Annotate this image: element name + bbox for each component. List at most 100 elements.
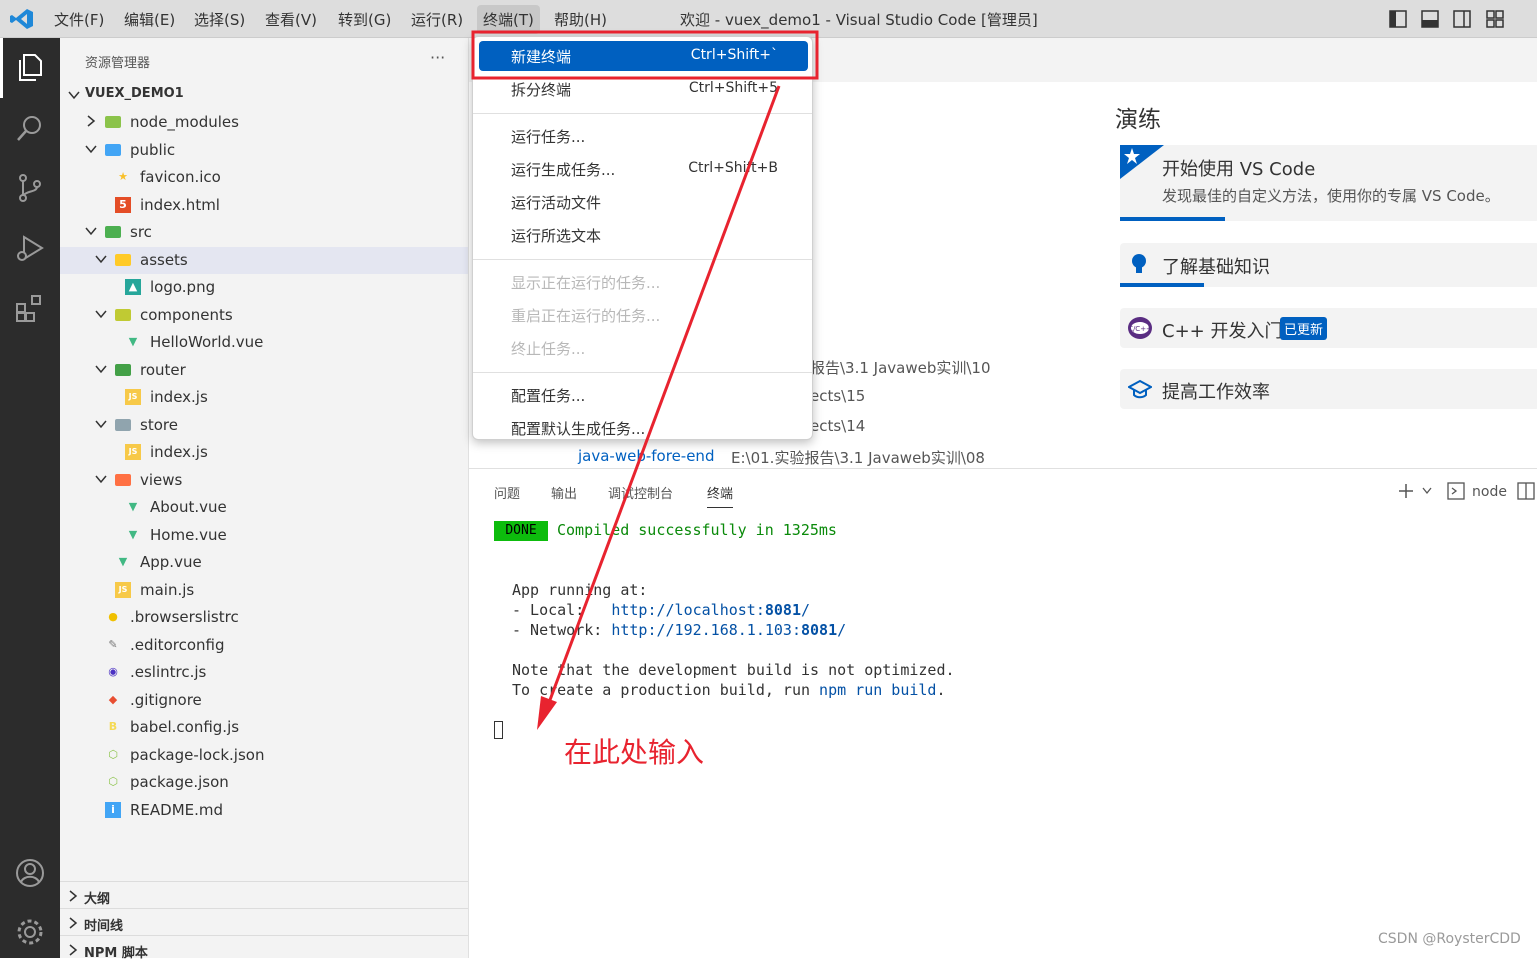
tree-item-label: favicon.ico: [140, 168, 221, 186]
accounts-icon[interactable]: [14, 857, 46, 889]
toggle-secondary-sidebar-icon[interactable]: [1453, 10, 1471, 28]
recent-project-link[interactable]: java-web-fore-end: [578, 447, 714, 465]
tree-item-label: About.vue: [150, 498, 227, 516]
vue-icon: ▼: [118, 555, 128, 568]
terminal-line-local: - Local: http://localhost:8081/: [512, 601, 810, 619]
tree-item[interactable]: JS index.js: [60, 439, 468, 466]
workspace-root[interactable]: VUEX_DEMO1: [60, 81, 468, 108]
tree-item-label: HelloWorld.vue: [150, 333, 264, 351]
tree-item[interactable]: node_modules: [60, 109, 468, 136]
extensions-icon[interactable]: [14, 292, 46, 324]
customize-layout-icon[interactable]: [1486, 10, 1504, 28]
run-debug-icon[interactable]: [14, 232, 46, 264]
timeline-section[interactable]: 时间线: [60, 908, 468, 935]
walkthrough-card-cpp[interactable]: C/C++ C++ 开发入门 已更新: [1120, 308, 1537, 348]
window-title: 欢迎 - vuex_demo1 - Visual Studio Code [管理…: [680, 11, 1038, 29]
menu-item[interactable]: 配置任务...: [479, 380, 808, 410]
menu-go[interactable]: 转到(G): [338, 9, 391, 30]
split-terminal-icon[interactable]: [1517, 482, 1535, 500]
tree-item-label: index.js: [150, 443, 208, 461]
walkthrough-card-get-started[interactable]: 开始使用 VS Code 发现最佳的自定义方法，使用你的专属 VS Code。: [1120, 145, 1537, 221]
terminal-cursor[interactable]: [494, 721, 503, 739]
tree-item[interactable]: Bbabel.config.js: [60, 714, 468, 741]
tree-item[interactable]: store: [60, 412, 468, 439]
menu-selection[interactable]: 选择(S): [194, 9, 245, 30]
timeline-label: 时间线: [84, 919, 124, 934]
note2-end: .: [936, 681, 946, 699]
tree-item[interactable]: ▼ About.vue: [60, 494, 468, 521]
tree-item[interactable]: ▲ logo.png: [60, 274, 468, 301]
walkthrough-progress-bar: [1120, 217, 1225, 221]
tree-item[interactable]: 5 index.html: [60, 192, 468, 219]
tree-item[interactable]: ◆ .gitignore: [60, 687, 468, 714]
menu-edit[interactable]: 编辑(E): [124, 9, 175, 30]
tab-problems[interactable]: 问题: [494, 483, 520, 502]
terminal-line-network: - Network: http://192.168.1.103:8081/: [512, 621, 846, 639]
vue-icon: ▼: [128, 500, 138, 513]
tree-item[interactable]: ◉ .eslintrc.js: [60, 659, 468, 686]
network-url-link[interactable]: http://192.168.1.103:8081/: [611, 621, 846, 639]
walkthrough-card-productivity[interactable]: 提高工作效率: [1120, 369, 1537, 409]
toggle-panel-icon[interactable]: [1421, 10, 1439, 28]
terminal-line-note1: Note that the development build is not o…: [512, 661, 955, 679]
tree-item[interactable]: ▼ App.vue: [60, 549, 468, 576]
local-url-link[interactable]: http://localhost:8081/: [611, 601, 810, 619]
terminal-name[interactable]: node: [1472, 484, 1507, 500]
chevron-down-icon[interactable]: [1422, 487, 1432, 495]
menu-file[interactable]: 文件(F): [54, 9, 104, 30]
tab-terminal[interactable]: 终端: [707, 483, 734, 508]
menu-item: 重启正在运行的任务...: [479, 300, 808, 330]
walkthrough-card-basics[interactable]: 了解基础知识: [1120, 243, 1537, 287]
walkthrough-card-title: C++ 开发入门: [1162, 321, 1283, 342]
explorer-icon[interactable]: [14, 52, 46, 84]
search-icon[interactable]: [14, 112, 46, 144]
tree-item[interactable]: components: [60, 302, 468, 329]
terminal-line-note2: To create a production build, run npm ru…: [512, 681, 945, 699]
menu-help[interactable]: 帮助(H): [554, 9, 607, 30]
tree-item[interactable]: src: [60, 219, 468, 246]
tree-item[interactable]: ▼ Home.vue: [60, 522, 468, 549]
tree-item-label: assets: [140, 250, 188, 269]
tab-debug-console[interactable]: 调试控制台: [608, 483, 673, 502]
tree-item[interactable]: ⬡ package.json: [60, 769, 468, 796]
tree-item[interactable]: JS main.js: [60, 577, 468, 604]
terminal-menu-dropdown: 新建终端 Ctrl+Shift+` 拆分终端 Ctrl+Shift+5 运行任务... 运…: [472, 36, 813, 440]
tree-item[interactable]: ✎ .editorconfig: [60, 632, 468, 659]
gear-icon[interactable]: [14, 916, 46, 948]
tree-item[interactable]: views: [60, 467, 468, 494]
tree-item[interactable]: i README.md: [60, 797, 468, 824]
outline-section[interactable]: 大纲: [60, 881, 468, 908]
menu-item[interactable]: 新建终端 Ctrl+Shift+`: [479, 41, 808, 71]
menu-item-label: 配置默认生成任务...: [511, 420, 646, 438]
source-control-icon[interactable]: [14, 172, 46, 204]
tab-output[interactable]: 输出: [551, 483, 577, 502]
menu-item-label: 运行生成任务...: [511, 161, 616, 179]
tree-item[interactable]: JS index.js: [60, 384, 468, 411]
bottom-panel: 问题 输出 调试控制台 终端 node DONE Compiled succes…: [469, 468, 1537, 958]
chevron-right-icon: [69, 890, 78, 902]
more-actions-icon[interactable]: ···: [430, 48, 445, 67]
tree-item[interactable]: public: [60, 137, 468, 164]
tree-item[interactable]: ▼ HelloWorld.vue: [60, 329, 468, 356]
menu-item[interactable]: 配置默认生成任务...: [479, 413, 808, 443]
terminal-line-running: App running at:: [512, 581, 648, 599]
chevron-down-icon: [85, 227, 97, 236]
tree-item[interactable]: ⬡ package-lock.json: [60, 742, 468, 769]
new-terminal-plus-icon[interactable]: [1398, 483, 1414, 499]
folder-views-icon: [115, 473, 131, 486]
tree-item[interactable]: router: [60, 357, 468, 384]
toggle-primary-sidebar-icon[interactable]: [1389, 10, 1407, 28]
vscode-logo-icon: [10, 9, 33, 29]
tree-item[interactable]: ★ favicon.ico: [60, 164, 468, 191]
menu-run[interactable]: 运行(R): [411, 9, 463, 30]
menu-item[interactable]: 拆分终端 Ctrl+Shift+5: [479, 74, 808, 104]
menu-item[interactable]: 运行所选文本: [479, 220, 808, 250]
menu-view[interactable]: 查看(V): [265, 9, 317, 30]
tree-item[interactable]: assets: [60, 246, 468, 274]
tree-item[interactable]: ● .browserslistrc: [60, 604, 468, 631]
menu-item[interactable]: 运行任务...: [479, 121, 808, 151]
menu-item[interactable]: 运行生成任务... Ctrl+Shift+B: [479, 154, 808, 184]
menu-terminal[interactable]: 终端(T): [477, 5, 540, 34]
recent-path: 报告\3.1 Javaweb实训\10: [810, 359, 991, 377]
menu-item[interactable]: 运行活动文件: [479, 187, 808, 217]
